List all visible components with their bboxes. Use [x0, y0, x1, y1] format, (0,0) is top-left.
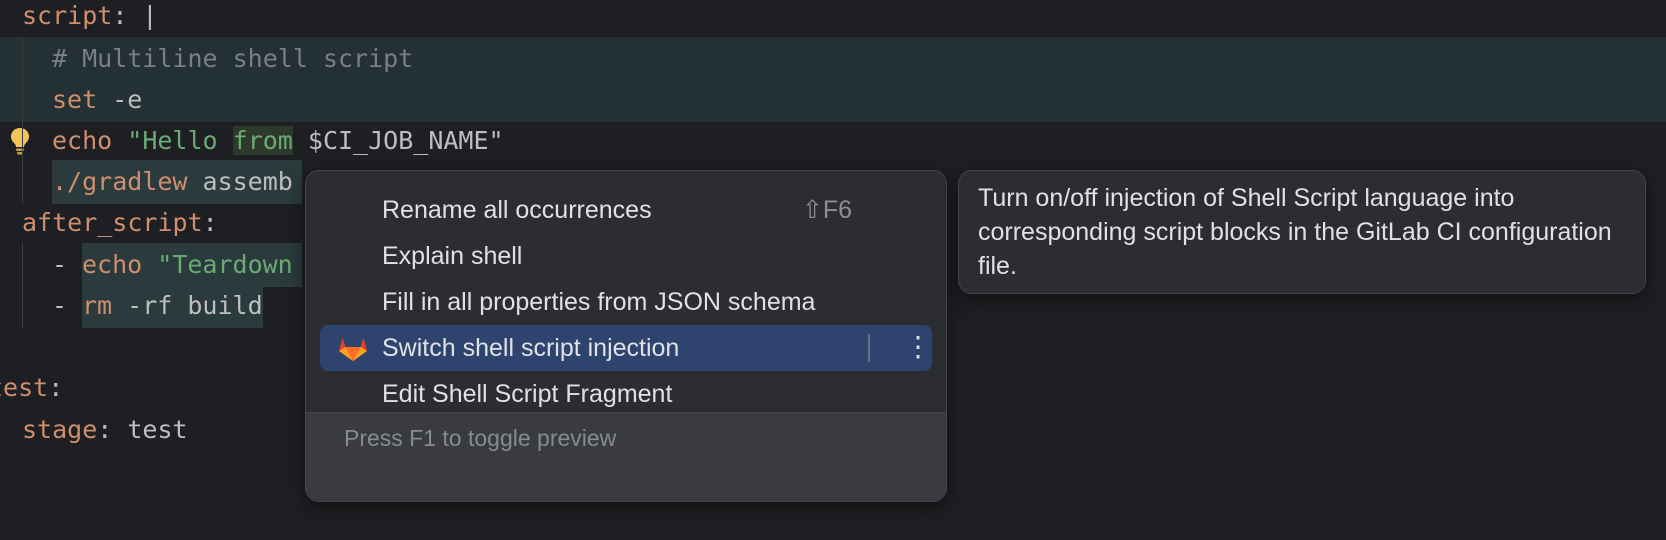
list-dash: -	[52, 250, 83, 279]
menu-item-label: Rename all occurrences	[382, 196, 652, 224]
code-string: "Hello	[112, 126, 233, 155]
menu-item-shortcut: ⇧F6	[801, 196, 852, 224]
code-line: set -e	[0, 78, 1666, 122]
yaml-key: stage	[22, 415, 98, 444]
shell-command: set	[52, 85, 98, 114]
menu-item-label: Switch shell script injection	[382, 334, 680, 362]
intention-actions-popup: Rename all occurrences ⇧F6 Explain shell…	[305, 170, 947, 502]
list-dash: -	[52, 291, 83, 320]
code-text: :	[48, 373, 64, 402]
code-text: -e	[97, 85, 143, 114]
intention-description-tooltip: Turn on/off injection of Shell Script la…	[958, 170, 1646, 294]
code-comment: # Multiline shell script	[52, 44, 414, 73]
shell-command: echo	[82, 250, 143, 279]
shell-command: rm	[82, 291, 113, 320]
menu-item-fill-properties[interactable]: Fill in all properties from JSON schema	[320, 279, 932, 325]
lightbulb-icon[interactable]	[10, 127, 30, 155]
code-text: assemb	[187, 167, 293, 196]
code-text: : test	[97, 415, 188, 444]
menu-item-rename[interactable]: Rename all occurrences ⇧F6	[320, 187, 932, 233]
menu-item-label: Fill in all properties from JSON schema	[382, 288, 816, 316]
code-text: :	[202, 208, 218, 237]
code-text: : |	[112, 1, 158, 30]
tooltip-text: Turn on/off injection of Shell Script la…	[978, 184, 1612, 280]
preview-hint: Press F1 to toggle preview	[344, 425, 617, 451]
code-string-highlight: from	[232, 126, 293, 155]
more-options-icon[interactable]: ⋮	[904, 325, 932, 371]
code-text: -rf build	[112, 291, 263, 320]
popup-footer: Press F1 to toggle preview	[306, 412, 946, 501]
yaml-key: after_script	[22, 208, 203, 237]
code-string: "Teardown	[142, 250, 293, 279]
yaml-key: test	[0, 373, 49, 402]
code-string: $CI_JOB_NAME"	[292, 126, 504, 155]
code-line: echo "Hello from $CI_JOB_NAME"	[0, 119, 1666, 163]
menu-item-edit-fragment[interactable]: Edit Shell Script Fragment	[320, 371, 932, 417]
yaml-key: script	[22, 1, 113, 30]
menu-item-label: Explain shell	[382, 242, 523, 270]
menu-item-switch-injection[interactable]: Switch shell script injection ⋮	[320, 325, 932, 371]
shell-command: ./gradlew	[52, 167, 188, 196]
code-line: # Multiline shell script	[0, 37, 1666, 81]
menu-item-label: Edit Shell Script Fragment	[382, 380, 673, 408]
code-line: script: |	[0, 0, 1666, 38]
separator	[868, 334, 870, 362]
gitlab-icon	[339, 338, 367, 361]
menu-item-explain-shell[interactable]: Explain shell	[320, 233, 932, 279]
shell-command: echo	[52, 126, 113, 155]
